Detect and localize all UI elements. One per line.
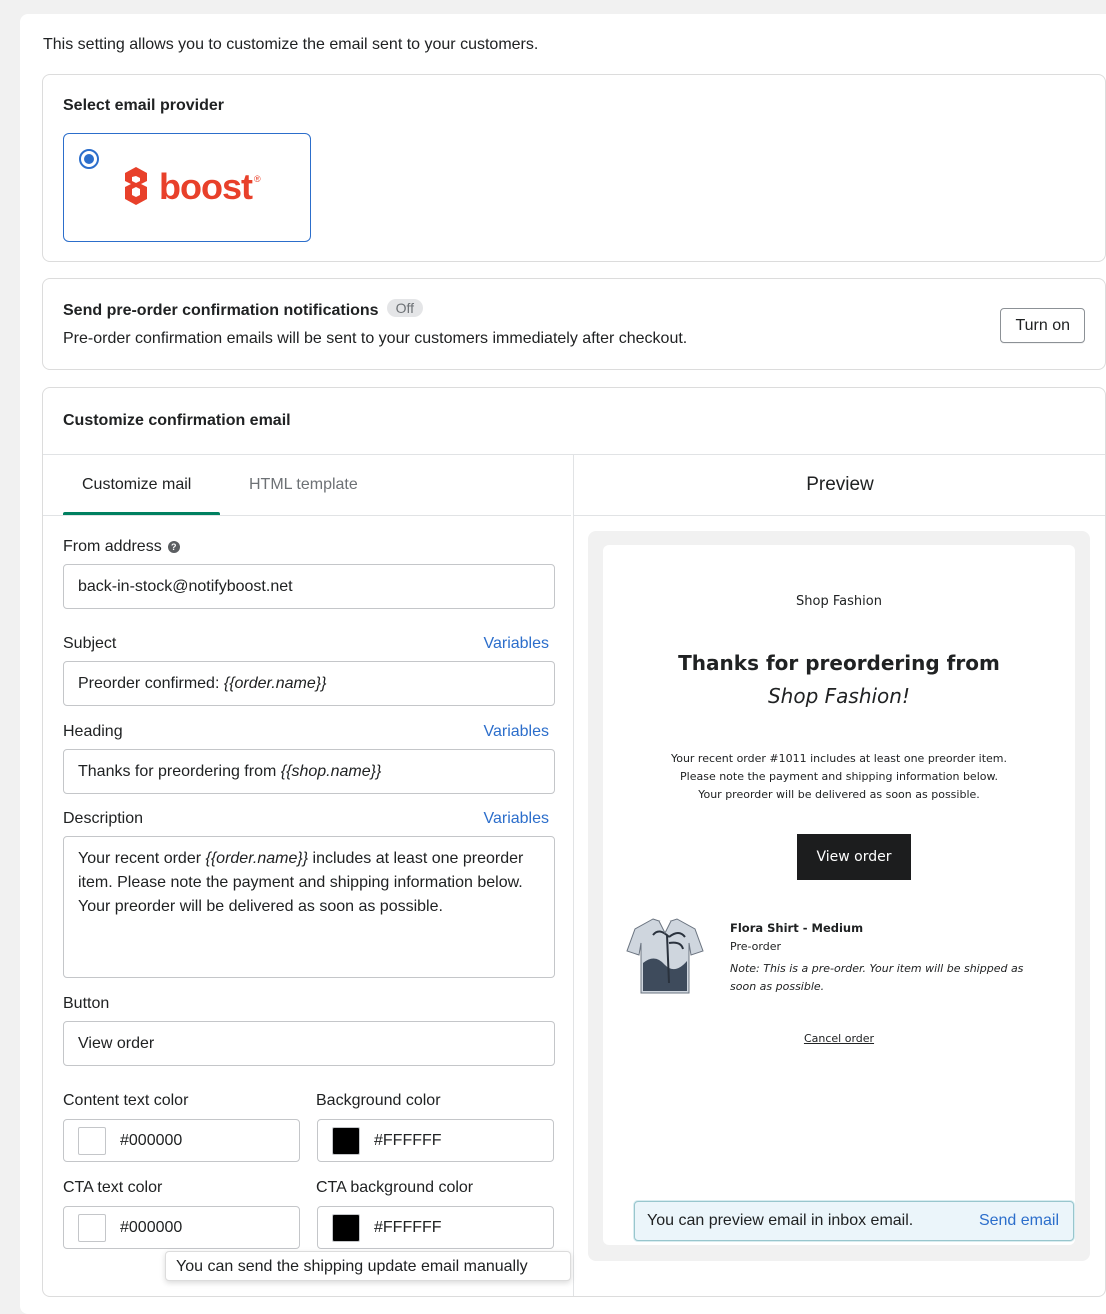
- background-color-label: Background color: [316, 1092, 441, 1109]
- background-color-input[interactable]: #FFFFFF: [317, 1119, 554, 1162]
- heading-variable: {{shop.name}}: [280, 762, 382, 780]
- tab-customize-mail[interactable]: Customize mail: [82, 476, 191, 494]
- preview-shop-name: Shop Fashion: [796, 594, 882, 609]
- preview-item-type: Pre-order: [730, 940, 781, 953]
- cta-background-color-label: CTA background color: [316, 1179, 474, 1196]
- from-address-label: From address?: [63, 538, 180, 556]
- intro-text: This setting allows you to customize the…: [43, 36, 539, 53]
- email-provider-card: Select email provider boost ®: [42, 74, 1106, 262]
- preview-divider: [574, 515, 1105, 516]
- heading-input[interactable]: Thanks for preordering from {{shop.name}…: [63, 749, 555, 794]
- boost-logo-icon: [125, 167, 147, 205]
- subject-input[interactable]: Preorder confirmed: {{order.name}}: [63, 661, 555, 706]
- customize-title: Customize confirmation email: [63, 412, 291, 429]
- preview-description: Your recent order #1011 includes at leas…: [670, 752, 1008, 801]
- boost-logo: boost ®: [121, 166, 261, 208]
- tab-html-template[interactable]: HTML template: [249, 476, 358, 494]
- subject-variables-link[interactable]: Variables: [483, 635, 549, 653]
- provider-radio[interactable]: [79, 149, 99, 169]
- notifications-card: Send pre-order confirmation notification…: [42, 278, 1106, 370]
- button-label: Button: [63, 995, 110, 1012]
- email-preview-panel: Shop Fashion Thanks for preordering from…: [588, 531, 1090, 1261]
- email-preview: Shop Fashion Thanks for preordering from…: [603, 545, 1075, 1245]
- notifications-description: Pre-order confirmation emails will be se…: [63, 330, 688, 347]
- turn-on-button[interactable]: Turn on: [1000, 308, 1085, 343]
- send-email-link[interactable]: Send email: [979, 1212, 1059, 1230]
- preview-item-name: Flora Shirt - Medium: [730, 921, 864, 935]
- help-icon[interactable]: ?: [167, 541, 180, 553]
- settings-page: This setting allows you to customize the…: [20, 14, 1106, 1314]
- subject-text: Preorder confirmed:: [78, 674, 224, 692]
- boost-logo-text: boost: [159, 166, 253, 207]
- product-image: [626, 918, 704, 994]
- customize-email-card: Customize confirmation email Customize m…: [42, 387, 1106, 1297]
- cta-background-color-input[interactable]: #FFFFFF: [317, 1206, 554, 1249]
- color-swatch[interactable]: [332, 1213, 360, 1242]
- inbox-preview-text: You can preview email in inbox email.: [647, 1212, 914, 1229]
- notifications-header: Send pre-order confirmation notification…: [63, 299, 423, 320]
- preview-cancel-order-link[interactable]: Cancel order: [603, 1032, 1075, 1045]
- inbox-preview-banner: You can preview email in inbox email. Se…: [634, 1201, 1074, 1241]
- section-divider: [43, 454, 1105, 455]
- content-text-color-input[interactable]: #000000: [63, 1119, 300, 1162]
- color-swatch[interactable]: [78, 1213, 106, 1242]
- from-address-input[interactable]: back-in-stock@notifyboost.net: [63, 564, 555, 609]
- cta-text-color-label: CTA text color: [63, 1179, 163, 1196]
- preview-item-details: Flora Shirt - Medium Pre-order Note: Thi…: [730, 919, 1050, 996]
- color-swatch[interactable]: [78, 1126, 106, 1155]
- color-swatch[interactable]: [332, 1126, 360, 1155]
- description-variables-link[interactable]: Variables: [483, 810, 549, 828]
- preview-view-order-button[interactable]: View order: [797, 834, 911, 880]
- provider-title: Select email provider: [63, 97, 224, 114]
- subject-variable: {{order.name}}: [223, 674, 327, 692]
- cta-text-color-input[interactable]: #000000: [63, 1206, 300, 1249]
- status-badge: Off: [386, 299, 423, 317]
- subject-label: Subject: [63, 635, 117, 652]
- column-divider: [573, 454, 574, 1296]
- description-label: Description: [63, 810, 144, 827]
- preview-heading: Thanks for preordering from Shop Fashion…: [678, 651, 1000, 708]
- description-textarea[interactable]: Your recent order {{order.name}} include…: [63, 836, 555, 978]
- heading-variables-link[interactable]: Variables: [483, 723, 549, 741]
- preview-item-note: Note: This is a pre-order. Your item wil…: [730, 962, 1024, 993]
- description-text: Your recent order {{order.name}} include…: [78, 850, 524, 915]
- registered-mark: ®: [253, 174, 261, 184]
- heading-text: Thanks for preordering from: [78, 762, 281, 780]
- button-text-input[interactable]: View order: [63, 1021, 555, 1066]
- preview-title: Preview: [806, 474, 874, 495]
- content-text-color-label: Content text color: [63, 1092, 189, 1109]
- shipping-update-tooltip: You can send the shipping update email m…: [165, 1251, 571, 1281]
- tabs-divider: [43, 515, 571, 516]
- notifications-title: Send pre-order confirmation notification…: [63, 302, 379, 319]
- provider-option-boost[interactable]: boost ®: [63, 133, 311, 242]
- heading-label: Heading: [63, 723, 123, 740]
